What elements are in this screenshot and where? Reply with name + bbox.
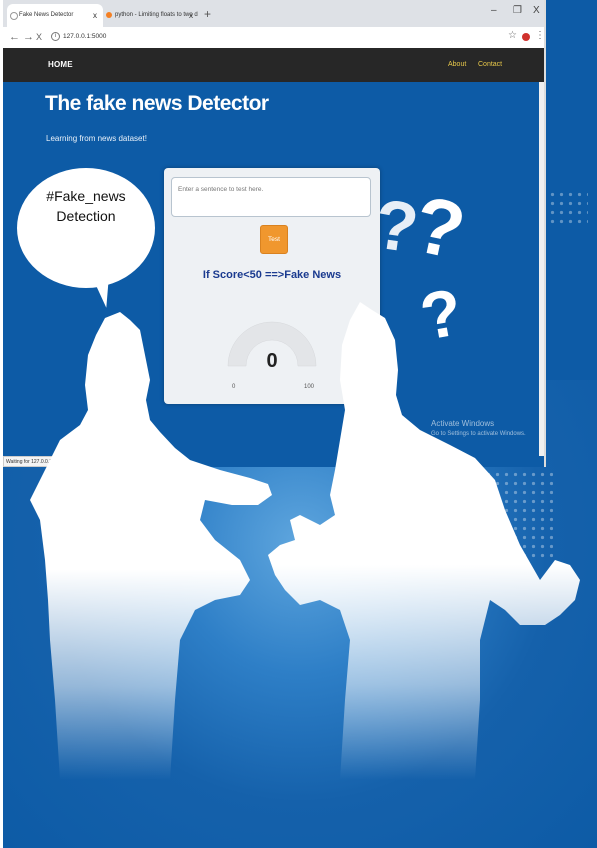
silhouette-figures <box>30 302 580 780</box>
right-person-silhouette <box>268 302 580 780</box>
left-person-silhouette <box>30 312 272 780</box>
